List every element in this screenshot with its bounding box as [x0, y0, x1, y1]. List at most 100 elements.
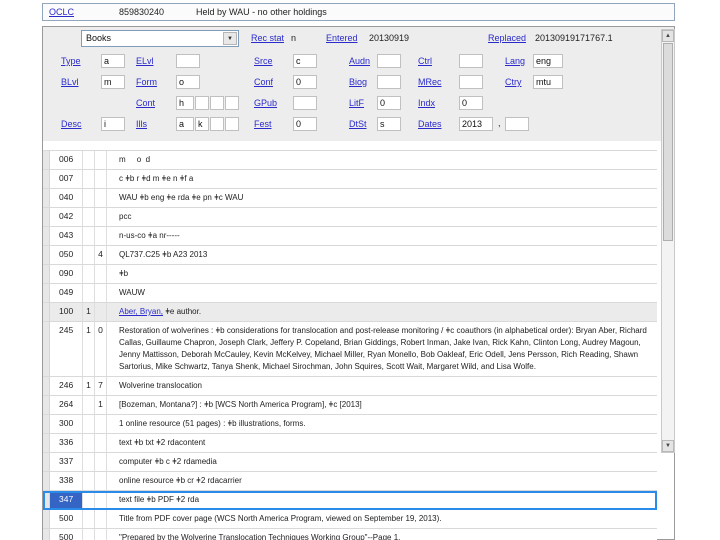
ff-label-elvl[interactable]: ELvl [136, 56, 154, 66]
ff-label-type[interactable]: Type [61, 56, 81, 66]
marc-field-row[interactable]: 500 "Prepared by the Wolverine Transloca… [43, 529, 657, 540]
field-indicator2[interactable] [95, 151, 107, 169]
ff-label-fest[interactable]: Fest [254, 119, 272, 129]
field-indicator2[interactable] [95, 472, 107, 490]
field-indicator1[interactable] [83, 189, 95, 207]
ff-label-indx[interactable]: Indx [418, 98, 435, 108]
ff-label-ills[interactable]: Ills [136, 119, 147, 129]
scroll-up-icon[interactable]: ▲ [662, 30, 674, 42]
ff-input[interactable] [459, 54, 483, 68]
ff-input[interactable]: m [101, 75, 125, 89]
field-tag[interactable]: 006 [50, 151, 83, 169]
scroll-down-icon[interactable]: ▼ [662, 440, 674, 452]
ff-input[interactable] [504, 117, 529, 131]
field-indicator2[interactable] [95, 284, 107, 302]
ff-input[interactable]: s [377, 117, 401, 131]
field-value[interactable]: pcc [107, 208, 657, 226]
field-indicator1[interactable] [83, 265, 95, 283]
format-select[interactable]: Books ▼ [81, 30, 239, 47]
ff-input[interactable]: k [195, 117, 209, 131]
field-tag[interactable]: 264 [50, 396, 83, 414]
field-indicator1[interactable] [83, 529, 95, 540]
ff-input[interactable]: 0 [293, 75, 317, 89]
field-tag[interactable]: 100 [50, 303, 83, 321]
field-indicator2[interactable] [95, 227, 107, 245]
field-value[interactable]: "Prepared by the Wolverine Translocation… [107, 529, 657, 540]
field-indicator1[interactable]: 1 [83, 377, 95, 395]
ff-label-mrec[interactable]: MRec [418, 77, 442, 87]
ff-input[interactable]: eng [533, 54, 563, 68]
marc-field-row[interactable]: 337 computer ǂb c ǂ2 rdamedia [43, 453, 657, 472]
field-indicator1[interactable] [83, 151, 95, 169]
field-indicator1[interactable] [83, 396, 95, 414]
field-tag[interactable]: 347 [50, 491, 83, 509]
field-indicator2[interactable] [95, 415, 107, 433]
ff-input[interactable]: i [101, 117, 125, 131]
field-value[interactable]: Title from PDF cover page (WCS North Ame… [107, 510, 657, 528]
ff-input[interactable] [225, 117, 239, 131]
ff-input[interactable] [377, 75, 401, 89]
field-value[interactable]: c ǂb r ǂd m ǂe n ǂf a [107, 170, 657, 188]
ff-label-lang[interactable]: Lang [505, 56, 525, 66]
field-value[interactable]: WAU ǂb eng ǂe rda ǂe pn ǂc WAU [107, 189, 657, 207]
field-value[interactable]: [Bozeman, Montana?] : ǂb [WCS North Amer… [107, 396, 657, 414]
field-tag[interactable]: 040 [50, 189, 83, 207]
oclc-link[interactable]: OCLC [49, 7, 74, 17]
field-indicator2[interactable] [95, 510, 107, 528]
ff-input[interactable]: 2013 [459, 117, 493, 131]
field-indicator2[interactable]: 0 [95, 322, 107, 376]
ff-label-replaced[interactable]: Replaced [488, 33, 526, 43]
marc-field-row[interactable]: 300 1 online resource (51 pages) : ǂb il… [43, 415, 657, 434]
field-indicator2[interactable] [95, 265, 107, 283]
marc-field-row[interactable]: 050 4 QL737.C25 ǂb A23 2013 [43, 246, 657, 265]
field-value[interactable]: online resource ǂb cr ǂ2 rdacarrier [107, 472, 657, 490]
field-indicator1[interactable] [83, 284, 95, 302]
ff-input[interactable]: a [101, 54, 125, 68]
marc-field-row[interactable]: 049 WAUW [43, 284, 657, 303]
field-indicator2[interactable] [95, 170, 107, 188]
marc-field-row[interactable]: 100 1 Aber, Bryan, ǂe author. [43, 303, 657, 322]
ff-input[interactable]: o [176, 75, 200, 89]
ff-label-conf[interactable]: Conf [254, 77, 273, 87]
field-value[interactable]: ǂb [107, 265, 657, 283]
field-value[interactable]: n-us-co ǂa nr----- [107, 227, 657, 245]
marc-field-row[interactable]: 043 n-us-co ǂa nr----- [43, 227, 657, 246]
field-indicator1[interactable] [83, 510, 95, 528]
ff-input[interactable] [210, 117, 224, 131]
field-indicator2[interactable] [95, 434, 107, 452]
field-value[interactable]: text file ǂb PDF ǂ2 rda [107, 491, 657, 509]
ff-label-rec-stat[interactable]: Rec stat [251, 33, 284, 43]
field-indicator1[interactable] [83, 170, 95, 188]
ff-input[interactable] [459, 75, 483, 89]
marc-field-row[interactable]: 006 m o d [43, 151, 657, 170]
ff-input[interactable] [195, 96, 209, 110]
field-indicator1[interactable] [83, 491, 95, 509]
field-indicator1[interactable] [83, 208, 95, 226]
ff-label-litf[interactable]: LitF [349, 98, 364, 108]
field-indicator2[interactable] [95, 491, 107, 509]
ff-input[interactable] [210, 96, 224, 110]
ff-label-cont[interactable]: Cont [136, 98, 155, 108]
field-indicator1[interactable] [83, 415, 95, 433]
ff-label-blvl[interactable]: BLvl [61, 77, 79, 87]
field-tag[interactable]: 246 [50, 377, 83, 395]
ff-input[interactable]: a [176, 117, 194, 131]
ff-input[interactable]: 0 [377, 96, 401, 110]
marc-field-row[interactable]: 500 Title from PDF cover page (WCS North… [43, 510, 657, 529]
field-tag[interactable]: 245 [50, 322, 83, 376]
ff-input[interactable]: 0 [293, 117, 317, 131]
field-tag[interactable]: 338 [50, 472, 83, 490]
field-tag[interactable]: 336 [50, 434, 83, 452]
ff-input[interactable]: mtu [533, 75, 563, 89]
ff-input[interactable] [225, 96, 239, 110]
field-indicator2[interactable] [95, 529, 107, 540]
ff-label-audn[interactable]: Audn [349, 56, 370, 66]
field-tag[interactable]: 337 [50, 453, 83, 471]
field-indicator1[interactable] [83, 434, 95, 452]
scrollbar-thumb[interactable] [663, 43, 673, 241]
field-value[interactable]: m o d [107, 151, 657, 169]
field-tag[interactable]: 007 [50, 170, 83, 188]
marc-field-row[interactable]: 090 ǂb [43, 265, 657, 284]
field-tag[interactable]: 042 [50, 208, 83, 226]
field-tag[interactable]: 043 [50, 227, 83, 245]
